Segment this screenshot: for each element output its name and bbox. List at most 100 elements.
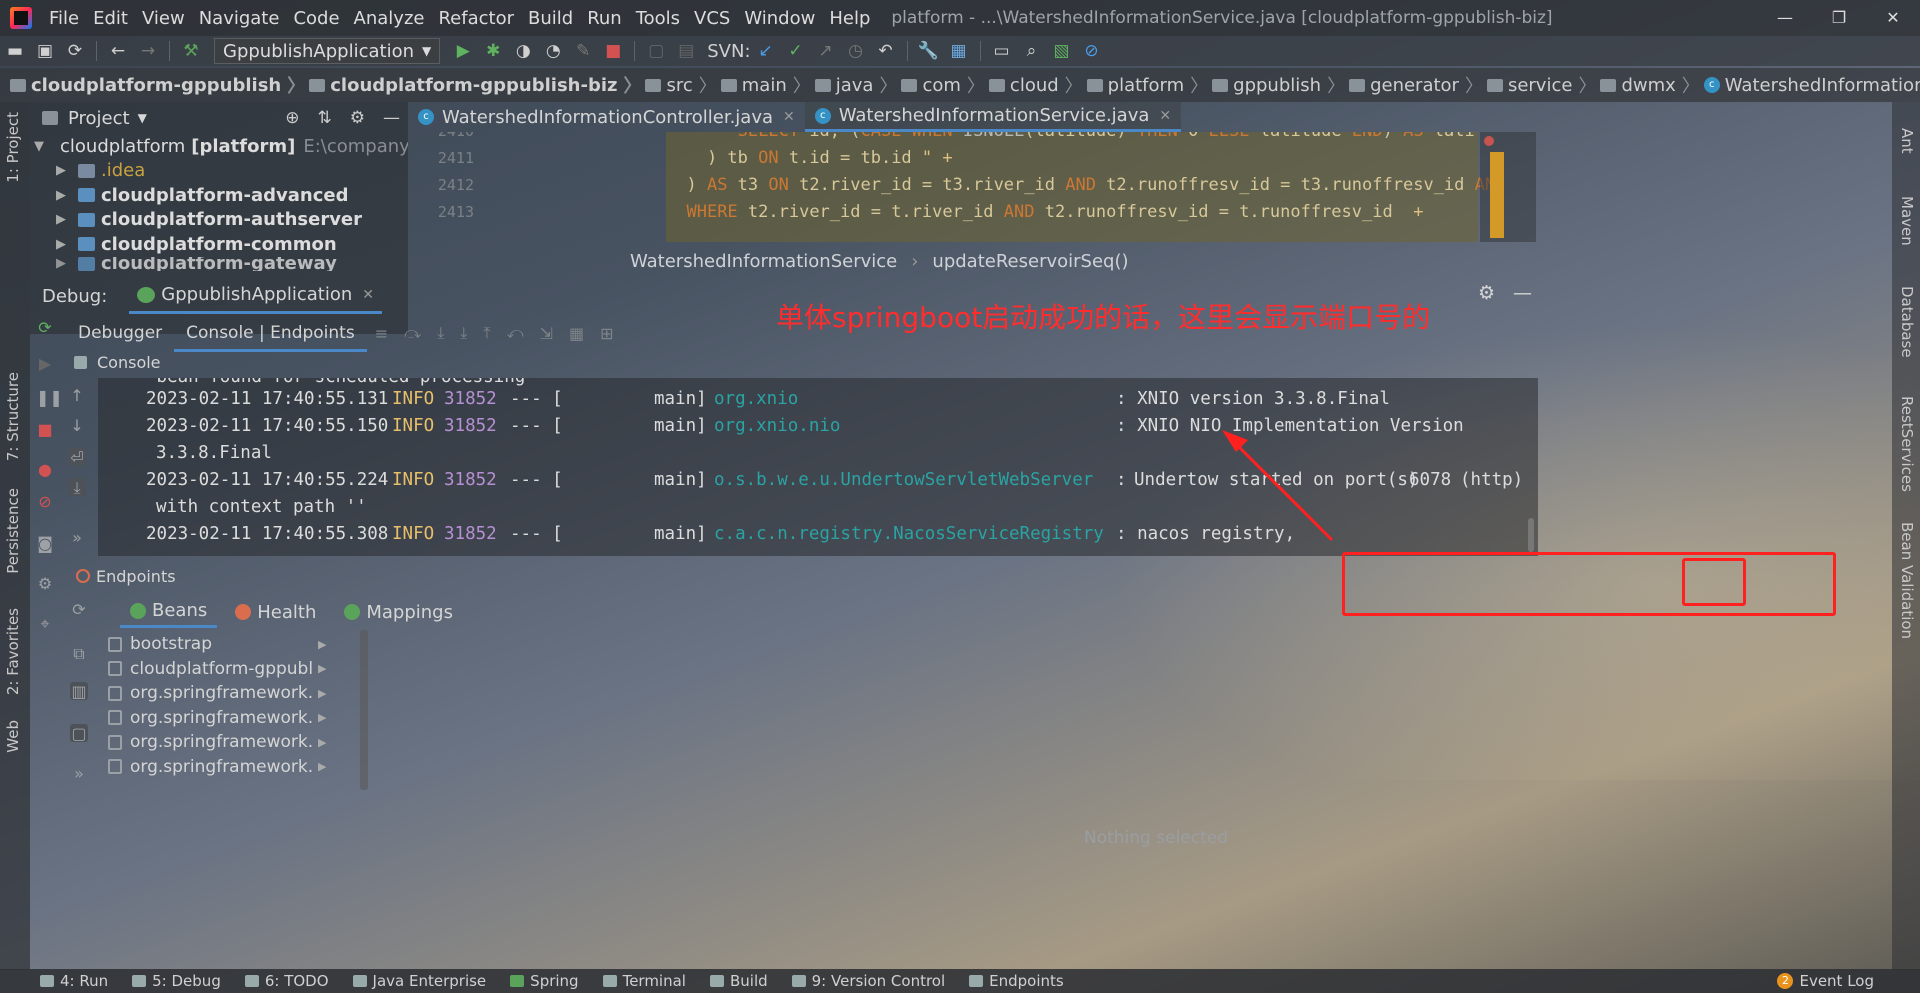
coverage-icon[interactable]: ◑ xyxy=(508,37,538,65)
tool-tab-maven[interactable]: Maven xyxy=(1898,196,1916,246)
restore-button[interactable]: ❐ xyxy=(1812,0,1866,36)
breadcrumb-item[interactable]: service 〉 xyxy=(1483,72,1596,98)
menu-refactor[interactable]: Refactor xyxy=(431,8,521,29)
tool-tab-ant[interactable]: Ant xyxy=(1898,128,1916,154)
editor-scroll-marks[interactable] xyxy=(1480,132,1536,242)
svn-commit-icon[interactable]: ✓ xyxy=(781,37,811,65)
chart-icon[interactable]: ▥ xyxy=(70,682,88,701)
breadcrumb-item[interactable]: cloudplatform-gppublish-biz 〉 xyxy=(305,72,641,98)
menu-analyze[interactable]: Analyze xyxy=(347,8,432,29)
gear-icon[interactable]: ⚙ xyxy=(1478,282,1495,304)
expand-arrow-icon[interactable]: ▶ xyxy=(54,188,68,203)
power-save-icon[interactable]: ⊘ xyxy=(1077,37,1107,65)
menu-edit[interactable]: Edit xyxy=(86,8,135,29)
status-tab-debug[interactable]: 5: Debug xyxy=(132,972,221,990)
menu-help[interactable]: Help xyxy=(822,8,877,29)
drop-frame-icon[interactable]: ⤺ xyxy=(506,323,523,343)
tree-item[interactable]: ▶ cloudplatform-authserver xyxy=(30,208,408,233)
more-icon[interactable]: » xyxy=(68,528,86,547)
tree-item[interactable]: ▶ cloudplatform-gateway xyxy=(30,256,408,271)
code-crumb-class[interactable]: WatershedInformationService xyxy=(630,251,897,272)
tool-tab-structure[interactable]: 7: Structure xyxy=(4,372,22,461)
bean-context-item[interactable]: bootstrap ▶ xyxy=(108,632,344,657)
scroll-down-icon[interactable]: ↓ xyxy=(68,416,86,435)
step-out-icon[interactable]: ⤒ xyxy=(483,323,490,343)
breadcrumb-item[interactable]: dwmx 〉 xyxy=(1596,72,1700,98)
menu-view[interactable]: View xyxy=(135,8,192,29)
debug-icon[interactable]: ✱ xyxy=(478,37,508,65)
expand-arrow-icon[interactable]: ▼ xyxy=(34,139,44,154)
attach-icon[interactable]: ✎ xyxy=(568,37,598,65)
breadcrumb-item[interactable]: cWatershedInformationService xyxy=(1700,75,1920,96)
camera-icon[interactable]: ◙ xyxy=(36,534,54,553)
resume-icon[interactable]: ▶ xyxy=(36,354,54,373)
more-icon[interactable]: » xyxy=(70,764,88,783)
status-tab-version-control[interactable]: 9: Version Control xyxy=(791,972,945,990)
breadcrumb-item[interactable]: com 〉 xyxy=(897,72,985,98)
status-tab-build[interactable]: Build xyxy=(709,972,768,990)
menu-run[interactable]: Run xyxy=(580,8,629,29)
status-tab-endpoints[interactable]: Endpoints xyxy=(969,972,1064,990)
editor-tab-controller[interactable]: c WatershedInformationController.java ✕ xyxy=(408,102,805,132)
expand-arrow-icon[interactable]: ▶ xyxy=(54,212,68,227)
menu-file[interactable]: File xyxy=(42,8,86,29)
menu-navigate[interactable]: Navigate xyxy=(192,8,287,29)
menu-tools[interactable]: Tools xyxy=(629,8,687,29)
revert-icon[interactable]: ↶ xyxy=(871,37,901,65)
trace-icon[interactable]: ⊞ xyxy=(600,324,613,343)
soft-wrap-icon[interactable]: ⏎ xyxy=(68,448,86,467)
console-scrollbar[interactable] xyxy=(1528,518,1534,552)
breadcrumb-item[interactable]: cloud 〉 xyxy=(985,72,1083,98)
beans-scrollbar[interactable] xyxy=(360,630,368,790)
status-tab-spring[interactable]: Spring xyxy=(510,972,579,990)
menu-code[interactable]: Code xyxy=(286,8,346,29)
status-tab-terminal[interactable]: Terminal xyxy=(602,972,686,990)
breadcrumb-item[interactable]: src 〉 xyxy=(641,72,717,98)
svn-push-icon[interactable]: ↗ xyxy=(811,37,841,65)
structure-icon[interactable]: ▤ xyxy=(671,37,701,65)
bean-context-item[interactable]: org.springframework.context ▶ xyxy=(108,706,344,731)
close-tab-icon[interactable]: ✕ xyxy=(783,109,795,125)
profile-icon[interactable]: ◔ xyxy=(538,37,568,65)
bean-context-item[interactable]: org.springframework.context ▶ xyxy=(108,681,344,706)
tab-health[interactable]: Health xyxy=(225,596,326,628)
debug-session-tab[interactable]: GppublishApplication ✕ xyxy=(129,278,382,314)
pause-icon[interactable]: ❚❚ xyxy=(36,388,63,407)
status-tab-run[interactable]: 4: Run xyxy=(40,972,108,990)
close-tab-icon[interactable]: ✕ xyxy=(1159,108,1171,124)
force-step-into-icon[interactable]: ⤓ xyxy=(460,323,467,343)
open-folder-icon[interactable]: ▬ xyxy=(0,37,30,65)
expand-arrow-icon[interactable]: ▶ xyxy=(54,163,68,178)
minimize-button[interactable]: — xyxy=(1758,0,1812,36)
gear-icon[interactable]: ⚙ xyxy=(350,108,365,128)
settings-wrench-icon[interactable]: 🔧 xyxy=(914,37,944,65)
svn-update-icon[interactable]: ↙ xyxy=(751,37,781,65)
breadcrumb-item[interactable]: java 〉 xyxy=(811,72,897,98)
tab-console-endpoints[interactable]: Console | Endpoints xyxy=(174,314,367,352)
menu-build[interactable]: Build xyxy=(521,8,580,29)
step-over-icon[interactable]: ⤼ xyxy=(404,323,421,343)
view-breakpoints-icon[interactable]: ● xyxy=(36,460,54,479)
breadcrumb-item[interactable]: gppublish 〉 xyxy=(1208,72,1345,98)
rerun-icon[interactable]: ⟳ xyxy=(36,318,54,337)
copy-icon[interactable]: ▢ xyxy=(70,724,88,743)
refresh-icon[interactable]: ⟳ xyxy=(70,600,88,619)
code-view[interactable]: 2410 2411 2412 2413 SELECT id, (CASE WHE… xyxy=(408,132,1538,242)
terminal-icon[interactable]: ▭ xyxy=(987,37,1017,65)
tool-tab-database[interactable]: Database xyxy=(1898,286,1916,358)
tree-item[interactable]: ▶ cloudplatform-advanced xyxy=(30,183,408,208)
tool-tab-bean-validation[interactable]: Bean Validation xyxy=(1898,522,1916,639)
collapse-icon[interactable]: ⇅ xyxy=(318,108,332,128)
tool-tab-web[interactable]: Web xyxy=(4,720,22,753)
list-icon[interactable]: ≡ xyxy=(375,324,388,343)
build-hammer-icon[interactable]: ⚒ xyxy=(176,37,206,65)
menu-vcs[interactable]: VCS xyxy=(687,8,737,29)
tool-tab-project[interactable]: 1: Project xyxy=(4,112,22,183)
chevron-down-icon[interactable]: ▼ xyxy=(138,111,147,125)
breadcrumb-item[interactable]: main 〉 xyxy=(717,72,811,98)
run-icon[interactable]: ▶ xyxy=(448,37,478,65)
run-to-cursor-icon[interactable]: ⇲ xyxy=(540,324,553,343)
tab-mappings[interactable]: Mappings xyxy=(334,596,463,628)
expand-arrow-icon[interactable]: ▶ xyxy=(54,237,68,252)
scroll-up-icon[interactable]: ↑ xyxy=(68,386,86,405)
